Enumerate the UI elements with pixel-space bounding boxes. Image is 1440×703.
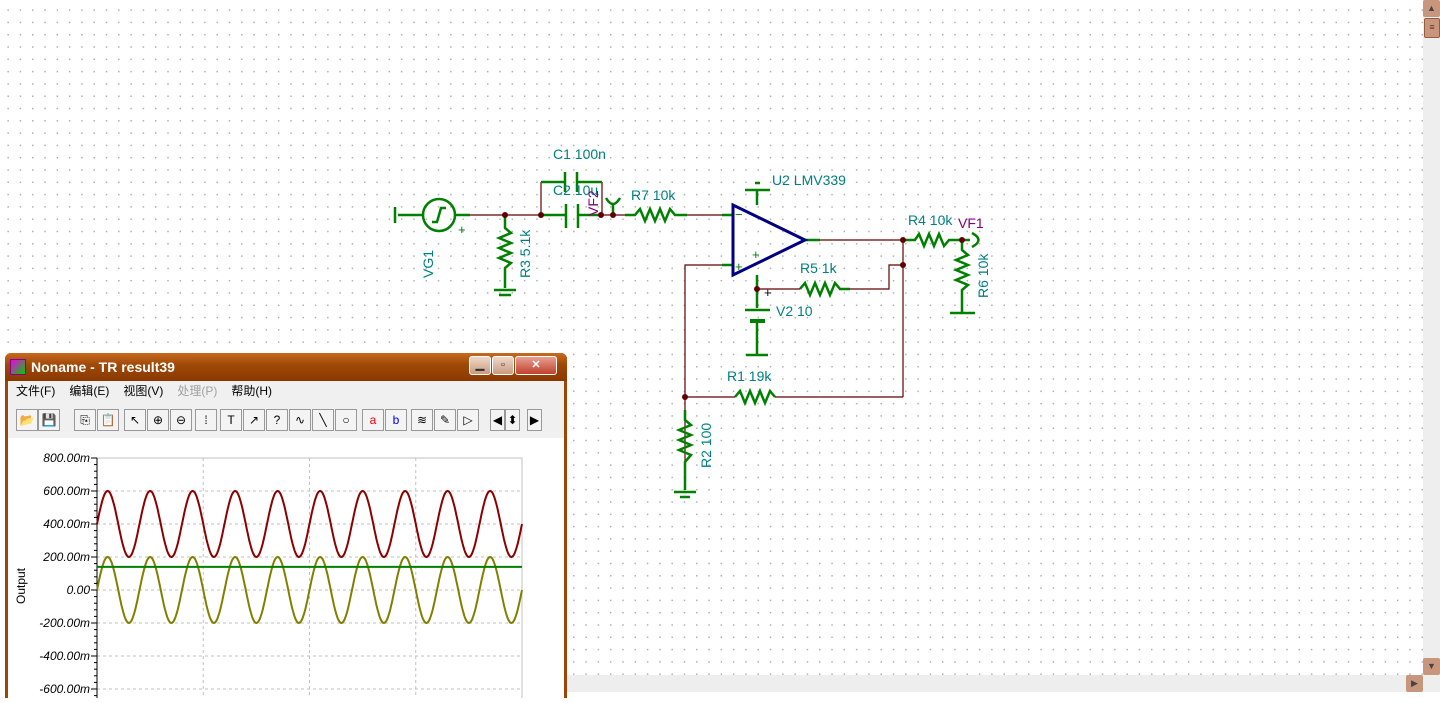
svg-text:+: +	[735, 259, 743, 274]
svg-text:−: −	[735, 207, 743, 222]
menu-edit[interactable]: 编辑(E)	[69, 384, 109, 398]
toolbar: 📂 💾 ⎘ 📋 ↖ ⊕ ⊖ ⁞ T ↗? ∿ ╲ ○ a b ≋ ✎ ▷ ◀ ⬍ ▶	[8, 405, 564, 437]
arrow-updown-icon: ⬍	[507, 413, 518, 427]
tr-result-window[interactable]: Noname - TR result39 ▁ ▫ ✕ 文件(F) 编辑(E) 视图(…	[5, 353, 567, 703]
label-v2: V2 10	[776, 303, 813, 319]
marker-button[interactable]: ▷	[457, 409, 479, 431]
circle-button[interactable]: ○	[335, 409, 357, 431]
vertical-scrollbar[interactable]: ▲ ≡ ▼	[1423, 0, 1440, 675]
line-button[interactable]: ╲	[312, 409, 334, 431]
zoom-in-icon: ⊕	[152, 413, 164, 427]
y-tick-label: -400.00m	[39, 649, 90, 663]
curve-label-button[interactable]: ↗	[243, 409, 265, 431]
text-icon: T	[227, 413, 235, 427]
paste-icon: 📋	[100, 413, 116, 427]
grid-button[interactable]: ⁞	[195, 409, 217, 431]
label-r1: R1 19k	[727, 368, 772, 384]
label-r6: R6 10k	[975, 253, 991, 298]
open-icon: 📂	[19, 413, 35, 427]
arrow-right-icon: ▶	[529, 413, 540, 427]
y-tick-label: -200.00m	[39, 616, 90, 630]
label-u2: U2 LMV339	[772, 172, 846, 188]
menu-view[interactable]: 视图(V)	[123, 384, 163, 398]
curve-label-icon: ↗	[248, 413, 260, 427]
plot-area[interactable]: 800.00m 600.00m 400.00m 200.00m 0.00 -200.00m…	[8, 438, 564, 703]
scroll-thumb[interactable]: ≡	[1424, 18, 1440, 38]
label-vg1: VG1	[420, 250, 436, 278]
curve-legend-button[interactable]: ∿	[289, 409, 311, 431]
y-tick-label: -600.00m	[39, 682, 90, 696]
text-button[interactable]: T	[220, 409, 242, 431]
scroll-right-button[interactable]: ▶	[1406, 675, 1423, 692]
copy-icon: ⎘	[80, 413, 90, 427]
close-button[interactable]: ✕	[515, 356, 557, 375]
cursor-a-button[interactable]: a	[362, 409, 384, 431]
y-tick-label: 400.00m	[43, 517, 90, 531]
cursor-b-icon: b	[392, 413, 400, 427]
opamp-u2[interactable]	[731, 202, 809, 278]
label-r7: R7 10k	[631, 187, 676, 203]
add-probe-icon: ✎	[439, 413, 451, 427]
menu-help[interactable]: 帮助(H)	[231, 384, 272, 398]
y-tick-label: 200.00m	[42, 550, 90, 564]
label-r3: R3 5.1k	[517, 229, 533, 278]
svg-text:+: +	[764, 285, 772, 300]
curve-query-button[interactable]: ?	[266, 409, 288, 431]
copy-button[interactable]: ⎘	[74, 409, 96, 431]
arrow-right-button[interactable]: ▶	[527, 409, 542, 431]
svg-text:+: +	[458, 222, 466, 237]
label-vf2: VF2	[585, 190, 601, 216]
paste-button[interactable]: 📋	[97, 409, 119, 431]
curve-query-icon: ?	[273, 413, 281, 427]
svg-text:+: +	[752, 247, 760, 262]
save-button[interactable]: 💾	[38, 409, 60, 431]
label-vf1: VF1	[958, 215, 984, 231]
add-curve-button[interactable]: ≋	[411, 409, 433, 431]
y-tick-label: 800.00m	[43, 451, 90, 465]
menu-process[interactable]: 处理(P)	[177, 384, 217, 398]
add-probe-button[interactable]: ✎	[434, 409, 456, 431]
open-button[interactable]: 📂	[16, 409, 38, 431]
label-r5: R5 1k	[800, 260, 838, 276]
maximize-button[interactable]: ▫	[492, 356, 514, 375]
arrow-left-button[interactable]: ◀	[490, 409, 505, 431]
arrow-left-icon: ◀	[492, 413, 503, 427]
pointer-button[interactable]: ↖	[124, 409, 146, 431]
y-tick-label: 600.00m	[43, 484, 90, 498]
window-titlebar[interactable]: Noname - TR result39 ▁ ▫ ✕	[5, 353, 567, 381]
horizontal-scrollbar[interactable]: ▶	[566, 675, 1440, 692]
cursor-b-button[interactable]: b	[385, 409, 407, 431]
zoom-100-button[interactable]: ⊖	[170, 409, 192, 431]
add-curve-icon: ≋	[416, 413, 428, 427]
save-icon: 💾	[41, 413, 57, 427]
minimize-button[interactable]: ▁	[469, 356, 491, 375]
app-icon	[10, 359, 26, 375]
line-icon: ╲	[319, 413, 327, 427]
menu-bar: 文件(F) 编辑(E) 视图(V) 处理(P) 帮助(H)	[8, 381, 564, 401]
label-r4: R4 10k	[908, 212, 953, 228]
cursor-a-icon: a	[369, 413, 377, 427]
zoom-in-button[interactable]: ⊕	[147, 409, 169, 431]
y-tick-label: 0.00	[67, 583, 91, 597]
menu-file[interactable]: 文件(F)	[16, 384, 55, 398]
grid-icon: ⁞	[204, 413, 208, 427]
pointer-icon: ↖	[129, 413, 141, 427]
window-title: Noname - TR result39	[31, 359, 175, 375]
scroll-down-button[interactable]: ▼	[1423, 658, 1440, 675]
zoom-100-icon: ⊖	[175, 413, 187, 427]
marker-icon: ▷	[463, 413, 473, 427]
chart: 800.00m 600.00m 400.00m 200.00m 0.00 -200.00m…	[14, 451, 523, 703]
scroll-up-button[interactable]: ▲	[1423, 0, 1440, 17]
y-axis-label: Output	[14, 567, 28, 604]
label-c1: C1 100n	[553, 146, 606, 162]
curve-legend-icon: ∿	[294, 413, 306, 427]
circle-icon: ○	[342, 413, 350, 427]
arrow-updown-button[interactable]: ⬍	[505, 409, 520, 431]
label-r2: R2 100	[698, 423, 714, 468]
